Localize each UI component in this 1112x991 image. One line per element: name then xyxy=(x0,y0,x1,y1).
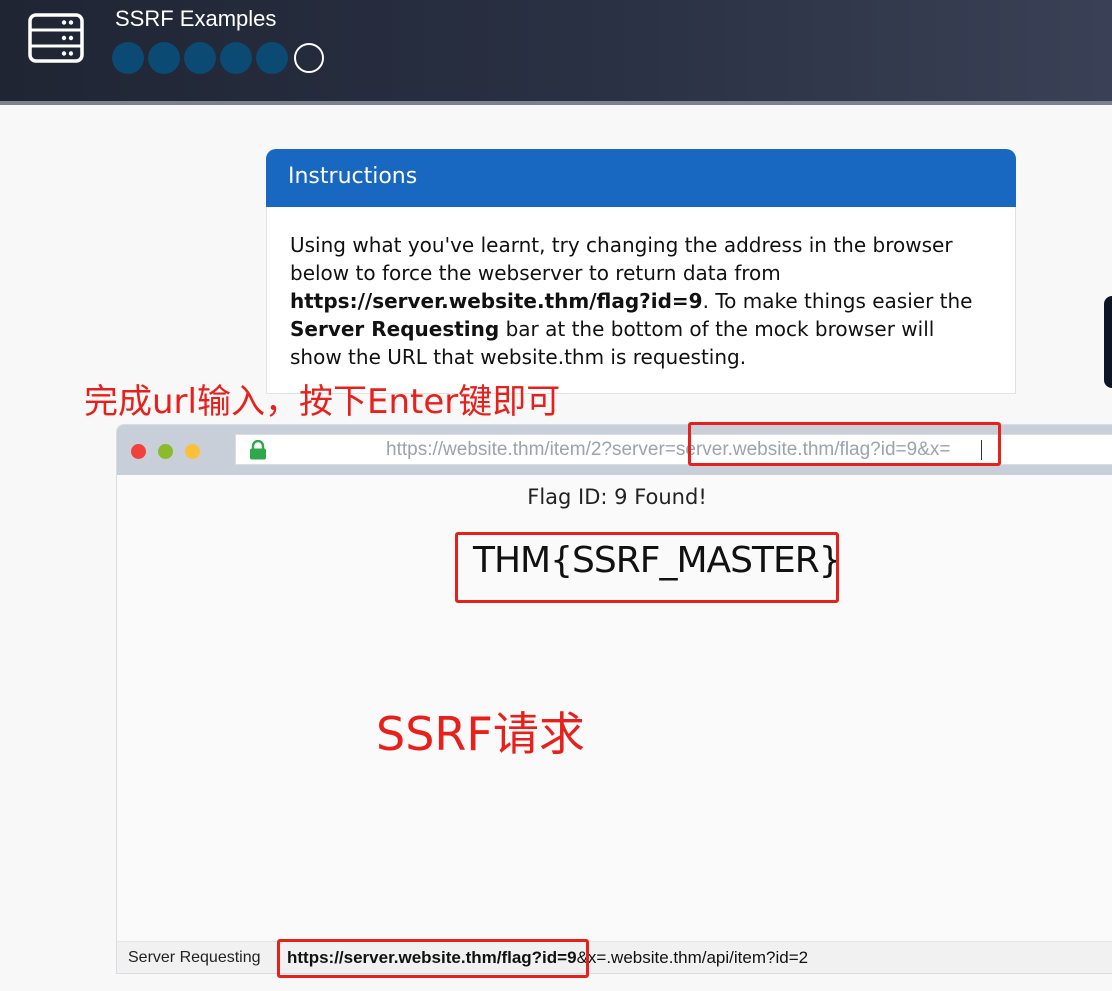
instructions-card: Using what you've learnt, try changing t… xyxy=(266,207,1016,394)
instructions-text-part: Using what you've learnt, try changing t… xyxy=(290,233,953,285)
instructions-title: Instructions xyxy=(288,164,418,189)
header-divider xyxy=(0,101,1112,105)
server-icon xyxy=(28,13,84,63)
close-window-button[interactable] xyxy=(131,444,146,459)
lock-icon xyxy=(250,440,266,460)
progress-dot[interactable] xyxy=(256,42,288,74)
server-requesting-label: Server Requesting xyxy=(128,949,261,966)
progress-dot-current[interactable] xyxy=(294,43,324,73)
side-panel-edge xyxy=(1104,296,1112,388)
status-url-highlight-box xyxy=(277,939,589,978)
task-title: SSRF Examples xyxy=(115,6,277,31)
server-requesting-emphasis: Server Requesting xyxy=(290,317,500,341)
instructions-text: Using what you've learnt, try changing t… xyxy=(290,231,990,371)
progress-dot[interactable] xyxy=(112,42,144,74)
progress-dot[interactable] xyxy=(184,42,216,74)
flag-url-emphasis: https://server.website.thm/flag?id=9 xyxy=(290,289,703,313)
instructions-header: Instructions xyxy=(266,149,1016,207)
mock-browser: Flag ID: 9 Found! THM{SSRF_MASTER} Serve… xyxy=(116,424,1112,974)
ssrf-request-annotation: SSRF请求 xyxy=(376,707,585,761)
enter-hint-annotation: 完成url输入，按下Enter键即可 xyxy=(84,382,561,422)
task-progress xyxy=(112,42,324,74)
requested-url-rest: &x=.website.thm/api/item?id=2 xyxy=(576,948,809,967)
maximize-window-button[interactable] xyxy=(158,444,173,459)
progress-dot[interactable] xyxy=(220,42,252,74)
url-highlight-box xyxy=(688,422,1001,466)
server-requesting-bar: Server Requesting https://server.website… xyxy=(117,941,1112,973)
flag-highlight-box xyxy=(455,532,839,603)
task-header: SSRF Examples xyxy=(0,0,1112,101)
flag-status-message: Flag ID: 9 Found! xyxy=(527,485,707,509)
minimize-window-button[interactable] xyxy=(185,444,200,459)
progress-dot[interactable] xyxy=(148,42,180,74)
instructions-text-part: . To make things easier the xyxy=(702,289,973,313)
